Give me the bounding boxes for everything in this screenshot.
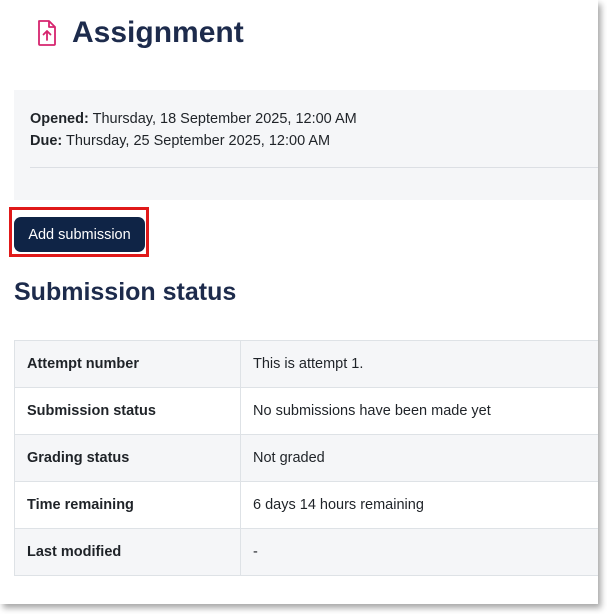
row-label: Time remaining (14, 481, 241, 529)
activity-dates: Opened: Thursday, 18 September 2025, 12:… (30, 108, 357, 152)
table-row: Last modified - (14, 528, 598, 576)
row-value: Not graded (240, 434, 598, 482)
submission-status-table: Attempt number This is attempt 1. Submis… (14, 340, 598, 576)
page-title: Assignment (72, 16, 244, 49)
dates-divider (30, 167, 598, 168)
due-label: Due: (30, 133, 63, 149)
row-label: Grading status (14, 434, 241, 482)
submission-status-heading: Submission status (14, 278, 237, 306)
screenshot-frame: Assignment Opened: Thursday, 18 Septembe… (0, 0, 598, 604)
table-row: Attempt number This is attempt 1. (14, 340, 598, 388)
table-row: Submission status No submissions have be… (14, 387, 598, 435)
activity-dates-panel: Opened: Thursday, 18 September 2025, 12:… (14, 90, 598, 200)
due-value: Thursday, 25 September 2025, 12:00 AM (66, 133, 331, 149)
row-label: Submission status (14, 387, 241, 435)
page-header: Assignment (30, 16, 244, 50)
table-row: Time remaining 6 days 14 hours remaining (14, 481, 598, 529)
row-value: - (240, 528, 598, 576)
row-label: Attempt number (14, 340, 241, 388)
opened-value: Thursday, 18 September 2025, 12:00 AM (92, 111, 357, 127)
table-row: Grading status Not graded (14, 434, 598, 482)
row-value: 6 days 14 hours remaining (240, 481, 598, 529)
row-value: This is attempt 1. (240, 340, 598, 388)
row-label: Last modified (14, 528, 241, 576)
opened-label: Opened: (30, 111, 89, 127)
assignment-upload-icon (30, 16, 64, 50)
add-submission-button[interactable]: Add submission (14, 217, 145, 252)
row-value: No submissions have been made yet (240, 387, 598, 435)
opened-date: Opened: Thursday, 18 September 2025, 12:… (30, 108, 357, 130)
due-date: Due: Thursday, 25 September 2025, 12:00 … (30, 130, 357, 152)
